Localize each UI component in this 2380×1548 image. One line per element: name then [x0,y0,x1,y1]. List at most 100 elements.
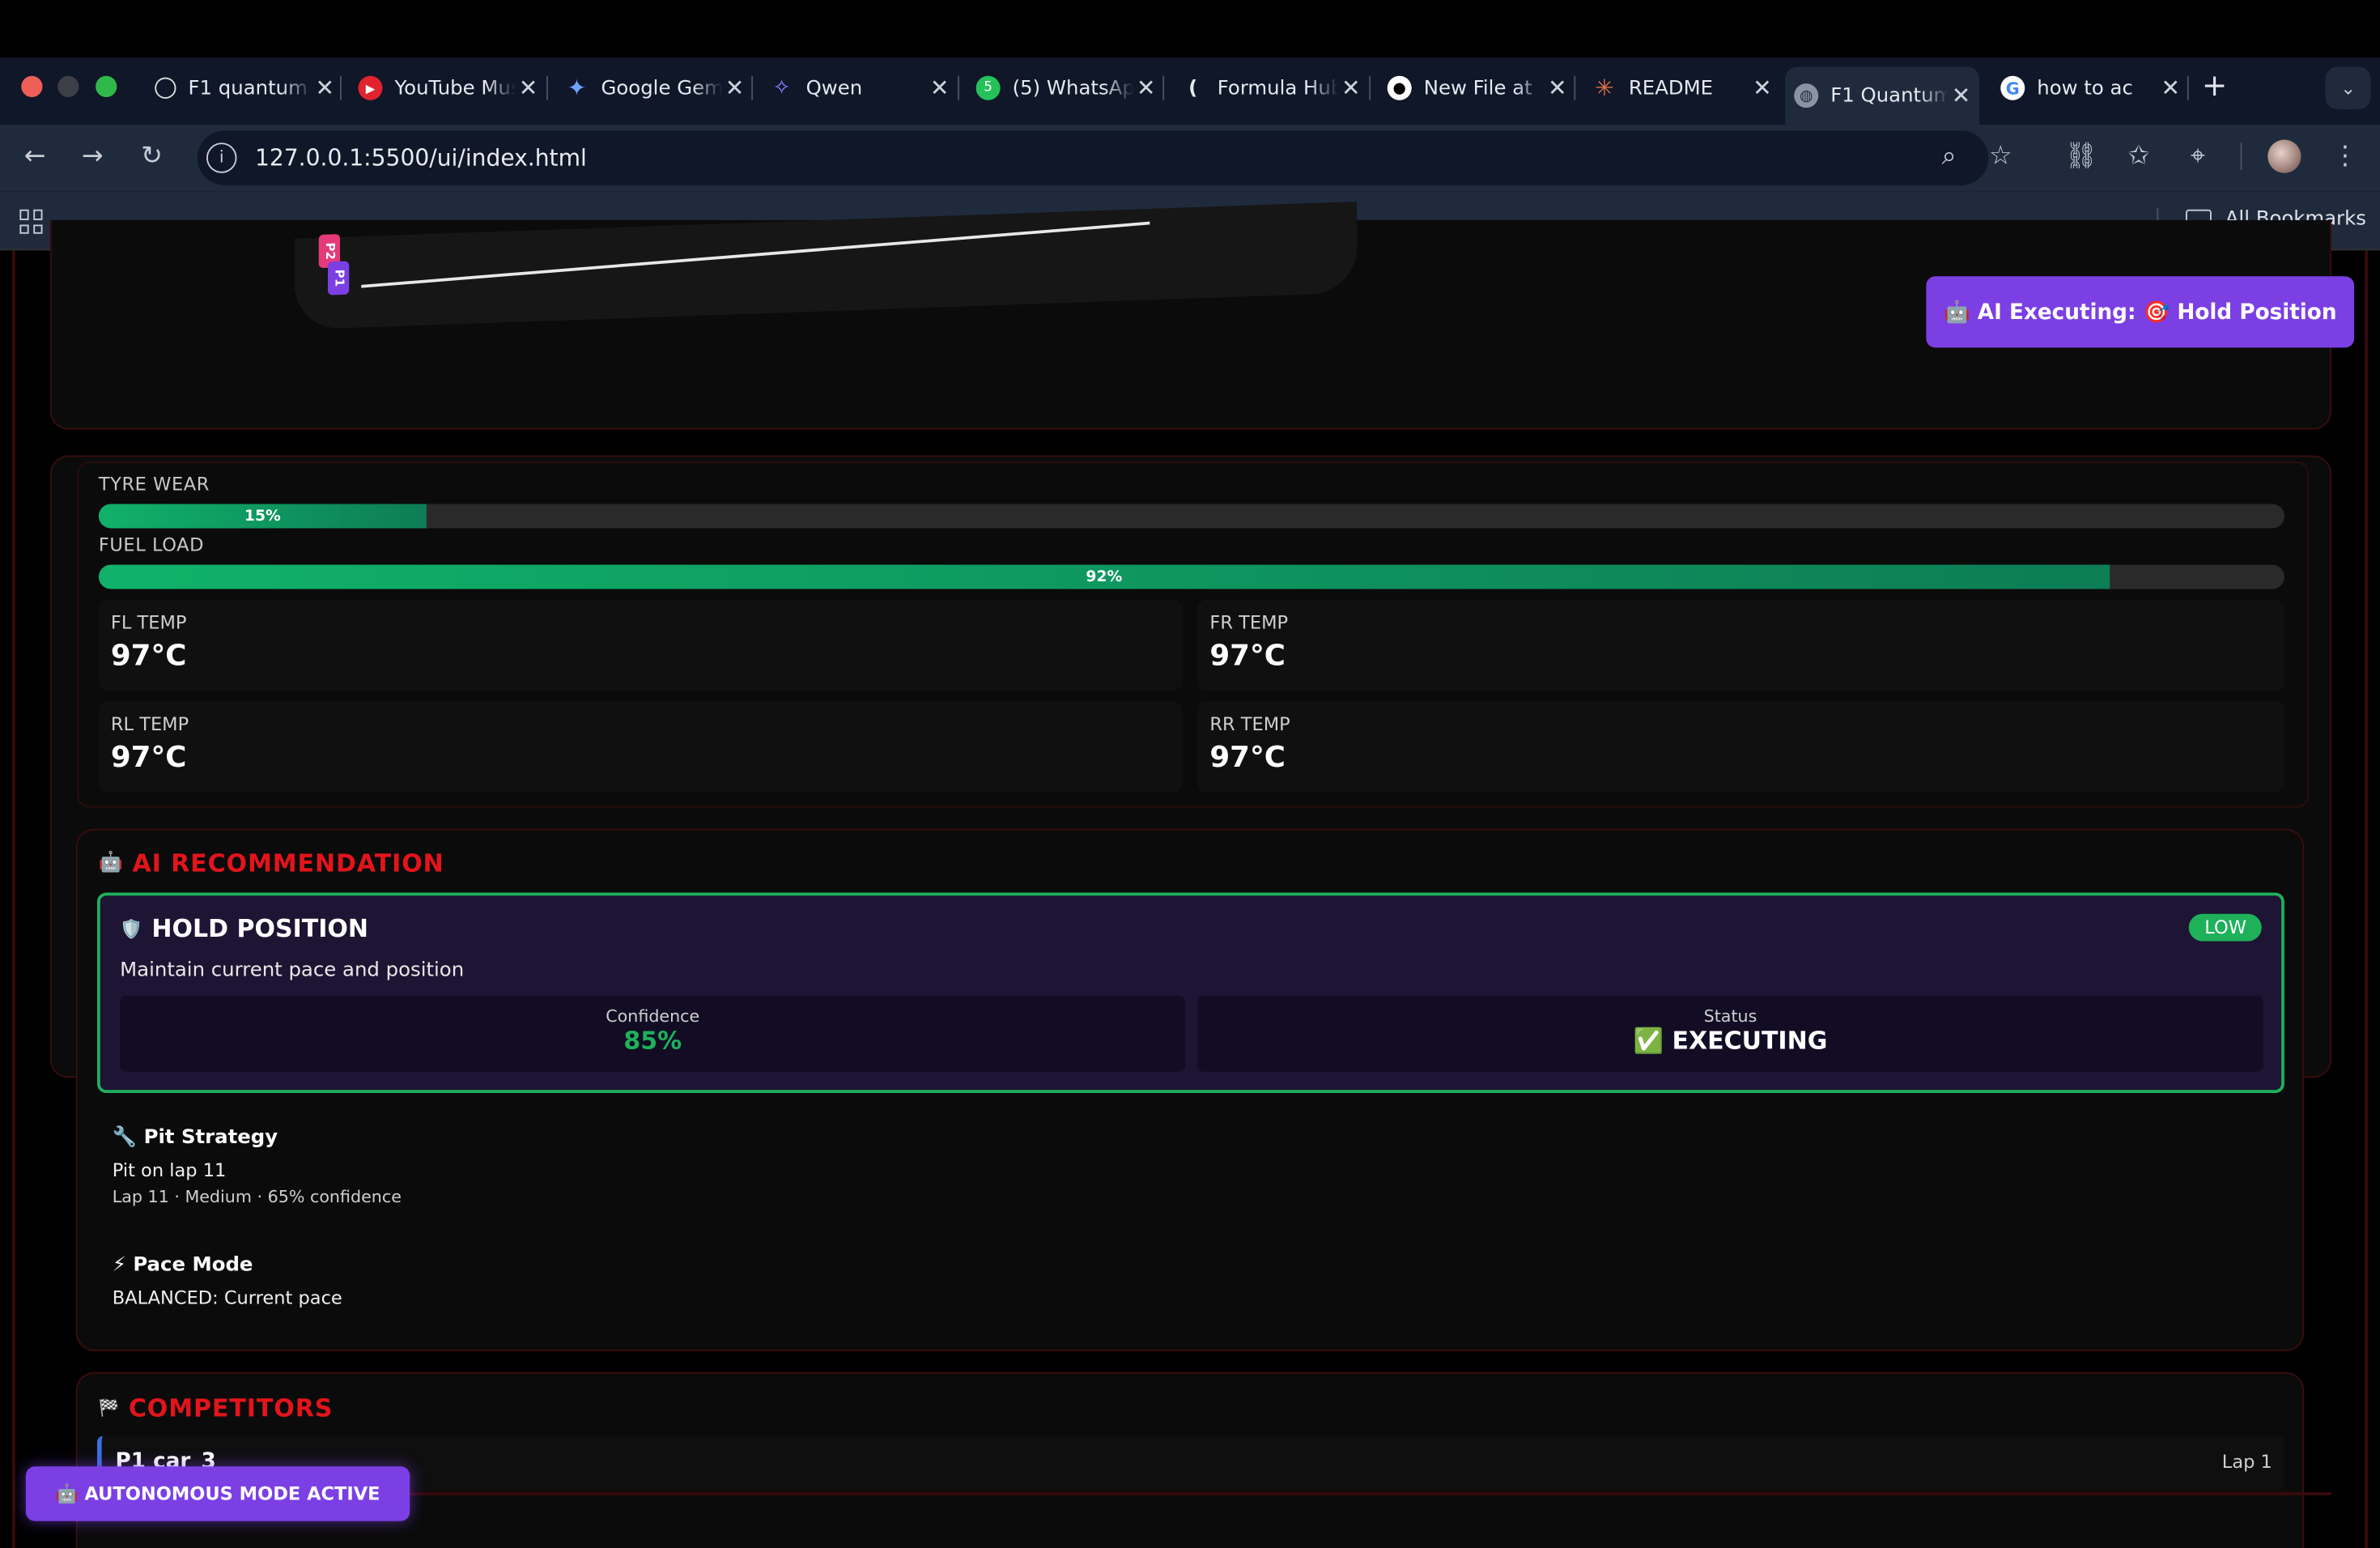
confidence-value: 85% [623,1026,682,1056]
new-tab-plus-icon[interactable]: + [2198,70,2231,100]
window-top-bar [0,0,2380,58]
recommendation-card[interactable]: 🛡️ HOLD POSITION LOW Maintain current pa… [97,892,2284,1093]
close-tab-icon[interactable]: ✕ [1545,74,1570,102]
apps-grid-icon[interactable] [19,209,44,234]
tab-separator [1574,75,1576,100]
autonomous-mode-badge[interactable]: 🤖 AUTONOMOUS MODE ACTIVE [25,1466,410,1521]
competitors-panel: 🏁 COMPETITORS P1 car_3 Lap 1 [75,1372,2305,1548]
reload-icon[interactable]: ↻ [135,141,168,172]
checkered-flag-icon: 🏁 [98,1397,120,1418]
competitors-header: 🏁 COMPETITORS [99,1393,333,1423]
close-tab-icon[interactable]: ✕ [1750,74,1774,102]
tyre-wear-label: TYRE WEAR [98,474,210,495]
menu-kebab-icon[interactable]: ⋮ [2328,141,2361,172]
url-text: 127.0.0.1:5500/ui/index.html [255,144,587,172]
minimize-window-button[interactable] [57,75,79,97]
close-tab-icon[interactable]: ✕ [516,74,541,102]
back-arrow-icon[interactable]: ← [19,141,52,172]
pace-mode-line: BALANCED: Current pace [112,1287,342,1309]
formula-icon: ( [1188,76,1198,100]
pit-strategy-title: 🔧 Pit Strategy [112,1126,278,1150]
car-marker-p1[interactable]: P1 [328,261,350,296]
gemini-icon: ✦ [567,74,587,102]
link-icon[interactable]: ⛓ [2064,141,2097,172]
close-tab-icon[interactable]: ✕ [1339,74,1363,102]
close-tab-icon[interactable]: ✕ [928,74,952,102]
temp-label: FR TEMP [1209,611,1289,633]
temp-card-rl: RL TEMP 97°C [98,701,1183,793]
ai-recommendation-panel: 🤖 AI RECOMMENDATION 🛡️ HOLD POSITION LOW… [75,828,2305,1351]
recommendation-description: Maintain current pace and position [120,959,465,983]
screen: F1 quantum ✕ ▶ YouTube Music ✕ ✦ Google … [0,0,2380,1548]
openai-icon [155,77,176,99]
close-tab-icon[interactable]: ✕ [1949,82,1974,109]
tab-separator [1162,75,1165,100]
pace-mode-box: ⚡ Pace Mode BALANCED: Current pace [97,1231,2284,1323]
qwen-icon: ✧ [772,75,791,100]
fuel-load-label: FUEL LOAD [98,534,205,556]
forward-arrow-icon[interactable]: → [76,141,109,172]
location-pin-icon[interactable]: ⌖ [2181,141,2214,172]
ai-executing-button[interactable]: 🤖 AI Executing: 🎯 Hold Position [1926,276,2355,348]
temp-label: RR TEMP [1209,713,1290,735]
browser-tab[interactable]: ✧ Qwen ✕ [760,67,958,110]
browser-tab[interactable]: ✳ README ✕ [1583,67,1781,110]
close-tab-icon[interactable]: ✕ [2158,74,2182,102]
close-tab-icon[interactable]: ✕ [312,74,337,102]
tab-separator [2187,75,2189,100]
extension-star-icon[interactable]: ✩ [2122,141,2155,172]
temp-value: 97°C [110,639,187,673]
whatsapp-icon: 5 [975,75,1001,100]
zoom-icon[interactable]: ⌕ [1932,141,1966,172]
claude-icon: ✳ [1595,74,1614,102]
tab-separator [958,75,959,100]
pit-strategy-detail: Lap 11 · Medium · 65% confidence [112,1187,402,1207]
pit-strategy-line: Pit on lap 11 [112,1159,227,1181]
maximize-window-button[interactable] [96,75,117,97]
browser-tab-active[interactable]: ◍ F1 Quantum ✕ [1785,66,1979,125]
tab-separator [546,75,548,100]
track-line [361,221,1150,288]
browser-tab[interactable]: 5 (5) WhatsApp ✕ [967,67,1164,110]
profile-avatar[interactable] [2267,139,2301,173]
tab-separator [751,75,753,100]
temp-value: 97°C [1209,741,1286,775]
ai-recommendation-header: 🤖 AI RECOMMENDATION [99,848,444,878]
bookmark-star-icon[interactable]: ☆ [1984,141,2017,172]
browser-tab[interactable]: F1 quantum ✕ [146,67,343,110]
status-value: ✅ EXECUTING [1633,1026,1828,1056]
github-icon: ● [1387,75,1412,100]
section-title: COMPETITORS [128,1393,334,1423]
track-panel: P2 P1 🤖 AI Executing: 🎯 Hold Position [49,201,2355,430]
tab-search-chevron-icon[interactable]: ⌄ [2325,66,2371,109]
left-border-glow [12,250,15,1548]
recommendation-title: HOLD POSITION [151,913,368,943]
close-tab-icon[interactable]: ✕ [723,74,747,102]
tyre-wear-fill: 15% [98,504,427,529]
robot-icon: 🤖 [98,851,124,874]
status-label: Status [1703,1006,1757,1027]
competitor-lap: Lap 1 [2221,1451,2272,1473]
temp-label: FL TEMP [110,611,187,633]
globe-icon: ◍ [1794,83,1819,108]
site-info-icon[interactable]: i [206,142,237,173]
pit-strategy-box: 🔧 Pit Strategy Pit on lap 11 Lap 11 · Me… [97,1106,2284,1219]
competitor-row[interactable]: P1 car_3 Lap 1 [97,1435,2284,1491]
youtube-icon: ▶ [358,75,383,100]
car-status-box: TYRE WEAR 15% FUEL LOAD 92% FL TEMP 97°C… [77,461,2309,808]
shield-icon: 🛡️ [120,917,143,939]
browser-tab[interactable]: ● New File at ✕ [1379,67,1576,110]
browser-tab[interactable]: ▶ YouTube Music ✕ [349,67,546,110]
browser-tab[interactable]: ✦ Google Gemini ✕ [555,67,753,110]
google-icon: G [2000,75,2025,100]
close-window-button[interactable] [21,75,43,97]
address-bar[interactable]: i 127.0.0.1:5500/ui/index.html [197,130,1989,185]
tyre-wear-bar: 15% [98,504,2284,529]
temp-label: RL TEMP [110,713,189,735]
browser-tab[interactable]: ( Formula Hub ✕ [1172,67,1370,110]
browser-tab[interactable]: G how to ac ✕ [1991,67,2189,110]
close-tab-icon[interactable]: ✕ [1134,74,1158,102]
toolbar-separator [2240,142,2242,170]
pace-mode-title: ⚡ Pace Mode [112,1253,253,1277]
tab-separator [1369,75,1371,100]
